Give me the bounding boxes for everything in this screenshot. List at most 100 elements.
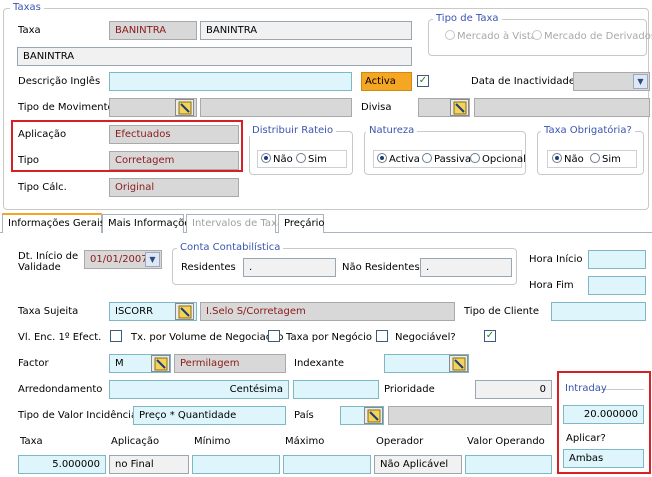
grid-cell-operador[interactable]: Não Aplicável: [374, 455, 462, 474]
tab-mais-informacoes[interactable]: Mais Informações: [102, 214, 196, 233]
chevron-down-icon[interactable]: ▼: [633, 74, 648, 89]
radio-obrigatoria-sim[interactable]: Sim: [590, 153, 621, 165]
taxa-sujeita-label: Taxa Sujeita: [18, 306, 79, 317]
tipo-valor-input[interactable]: Preço * Quantidade: [133, 406, 286, 425]
descricao-ingles-input[interactable]: [109, 72, 352, 91]
tipo-movimento-desc-field[interactable]: [200, 98, 352, 117]
intraday-input[interactable]: 20.000000: [563, 405, 644, 424]
hora-inicio-input[interactable]: [588, 250, 646, 269]
grid-header-minimo: Mínimo: [194, 436, 231, 447]
distribuir-rateio-legend: Distribuir Rateio: [249, 125, 337, 136]
tx-volume-label: Tx. por Volume de Negociação: [131, 332, 284, 343]
grid-cell-maximo[interactable]: [283, 455, 371, 474]
taxa-negocio-checkbox[interactable]: [376, 330, 388, 342]
radio-circle-icon: [590, 153, 600, 163]
vl-enc-label: Vl. Enc. 1º Efect.: [18, 332, 102, 343]
grid-cell-valor-operando[interactable]: [465, 455, 552, 474]
pencil-lookup-icon: [453, 101, 467, 115]
tipo-valor-label: Tipo de Valor Incidência: [18, 410, 138, 421]
negociavel-checkbox[interactable]: ✓: [484, 330, 496, 342]
pencil-lookup-icon: [178, 305, 192, 319]
taxa-obrigatoria-legend: Taxa Obrigatória?: [541, 125, 635, 136]
radio-circle-icon: [422, 153, 432, 163]
pencil-lookup-icon: [367, 409, 381, 423]
pais-desc-field[interactable]: [388, 406, 552, 425]
radio-mercado-a-vista[interactable]: Mercado à Vista: [445, 30, 537, 42]
radio-mercado-de-derivados[interactable]: Mercado de Derivados: [532, 30, 652, 42]
residentes-field[interactable]: .: [243, 258, 336, 277]
radio-natureza-activa[interactable]: Activa: [377, 153, 420, 165]
radio-obrigatoria-nao[interactable]: Não: [552, 153, 584, 165]
tipo-movimento-lookup-button[interactable]: [175, 99, 194, 116]
radio-circle-icon: [296, 153, 306, 163]
tipo-calc-label: Tipo Cálc.: [18, 182, 67, 193]
indexante-lookup-button[interactable]: [449, 355, 468, 372]
vl-enc-checkbox[interactable]: [110, 330, 122, 342]
aplicacao-label: Aplicação: [18, 129, 67, 140]
radio-circle-icon: [261, 153, 271, 163]
tab-precario[interactable]: Preçário: [278, 214, 325, 233]
descricao-ingles-label: Descrição Inglês: [18, 76, 101, 87]
tipo-field[interactable]: Corretagem: [109, 151, 239, 170]
activa-badge: Activa: [361, 72, 412, 91]
taxa-name-field[interactable]: BANINTRA: [200, 21, 412, 40]
pencil-lookup-icon: [154, 357, 168, 371]
aplicar-input[interactable]: Ambas: [563, 449, 644, 468]
radio-circle-icon: [377, 153, 387, 163]
hora-fim-label: Hora Fim: [529, 280, 574, 291]
factor-lookup-button[interactable]: [151, 355, 170, 372]
aplicacao-field[interactable]: Efectuados: [109, 125, 239, 144]
prioridade-field[interactable]: 0: [475, 380, 552, 399]
taxa-code-field[interactable]: BANINTRA: [109, 21, 197, 40]
natureza-legend: Natureza: [366, 125, 418, 136]
chevron-down-icon[interactable]: ▼: [145, 252, 160, 267]
intraday-legend: Intraday: [565, 383, 607, 394]
arredondamento-extra-input[interactable]: [293, 380, 379, 399]
tipo-de-taxa-legend: Tipo de Taxa: [433, 13, 502, 24]
tx-volume-checkbox[interactable]: [268, 330, 280, 342]
radio-rateio-nao[interactable]: Não: [261, 153, 293, 165]
grid-header-operador: Operador: [376, 436, 424, 447]
residentes-label: Residentes: [181, 262, 236, 273]
data-inactividade-select[interactable]: ▼: [573, 72, 650, 91]
grid-cell-aplicacao[interactable]: no Final: [109, 455, 189, 474]
tipo-movimento-label: Tipo de Movimento: [18, 102, 114, 113]
taxa-description-field[interactable]: BANINTRA: [17, 47, 412, 66]
radio-circle-icon: [532, 30, 542, 40]
pais-lookup-button[interactable]: [364, 407, 383, 424]
tab-informacoes-gerais[interactable]: Informações Gerais: [2, 213, 105, 233]
grid-cell-minimo[interactable]: [192, 455, 280, 474]
tipo-calc-field[interactable]: Original: [109, 178, 239, 197]
hora-fim-input[interactable]: [588, 276, 646, 295]
grid-cell-taxa[interactable]: 5.000000: [18, 455, 106, 474]
taxa-negocio-label: Taxa por Negócio: [286, 332, 373, 343]
hora-inicio-label: Hora Início: [529, 254, 583, 265]
data-inactividade-label: Data de Inactividade: [471, 76, 576, 87]
grid-header-maximo: Máximo: [285, 436, 325, 447]
arredondamento-input[interactable]: Centésima: [109, 380, 289, 399]
tab-intervalos-de-taxa[interactable]: Intervalos de Taxa: [186, 214, 283, 233]
radio-natureza-passiva[interactable]: Passiva: [422, 153, 471, 165]
grid-header-taxa: Taxa: [20, 436, 43, 447]
taxa-sujeita-desc-field[interactable]: I.Selo S/Corretagem: [200, 302, 455, 321]
divisa-lookup-button[interactable]: [450, 99, 469, 116]
pais-label: País: [294, 410, 314, 421]
radio-rateio-sim[interactable]: Sim: [296, 153, 327, 165]
factor-label: Factor: [18, 358, 49, 369]
tipo-label: Tipo: [18, 155, 40, 166]
aplicar-label: Aplicar?: [566, 433, 606, 444]
radio-natureza-opcional[interactable]: Opcional: [470, 153, 526, 165]
tipo-cliente-label: Tipo de Cliente: [464, 306, 540, 317]
radio-circle-icon: [470, 153, 480, 163]
tipo-cliente-input[interactable]: [551, 302, 646, 321]
taxa-sujeita-lookup-button[interactable]: [175, 303, 194, 320]
nao-residentes-label: Não Residentes: [342, 262, 420, 273]
divisa-desc-field[interactable]: [474, 98, 650, 117]
prioridade-label: Prioridade: [384, 384, 435, 395]
factor-desc-field[interactable]: Permilagem: [174, 354, 286, 373]
dt-inicio-select[interactable]: 01/01/2007 ▼: [84, 250, 162, 269]
taxa-label: Taxa: [18, 25, 41, 36]
nao-residentes-field[interactable]: .: [420, 258, 512, 277]
activa-checkbox[interactable]: ✓: [417, 75, 429, 87]
pencil-lookup-icon: [178, 101, 192, 115]
